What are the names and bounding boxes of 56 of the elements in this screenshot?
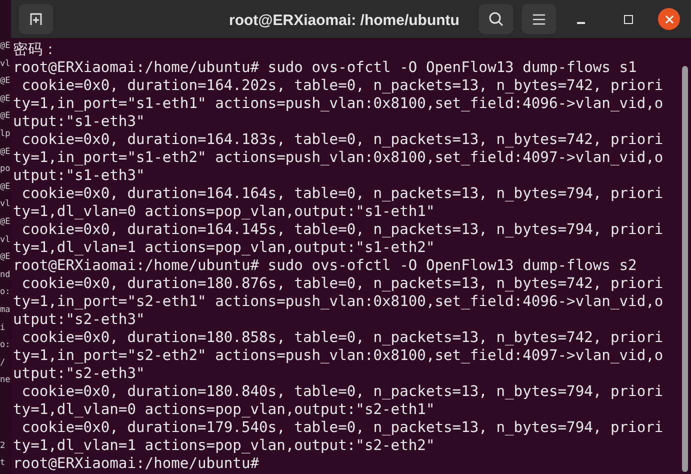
menu-icon <box>533 14 545 24</box>
text-fragment: @E <box>0 75 11 88</box>
terminal-line: ty=1,dl_vlan=1 actions=pop_vlan,output:"s1-eth2" <box>13 239 436 257</box>
text-fragment: @E <box>0 251 11 264</box>
text-fragment: / <box>0 356 6 370</box>
scrollbar[interactable] <box>682 66 688 472</box>
terminal-line: cookie=0x0, duration=180.858s, table=0, n_packets=13, n_bytes=742, priori <box>20 329 664 347</box>
close-button[interactable] <box>658 8 680 30</box>
terminal-line: cookie=0x0, duration=164.202s, table=0, n_packets=13, n_bytes=742, priori <box>20 77 664 95</box>
terminal-line: root@ERXiaomai:/home/ubuntu# sudo ovs-ofctl -O OpenFlow13 dump-flows s1 <box>13 59 638 77</box>
terminal-line: ty=1,in_port="s1-eth1" actions=push_vlan:0x8100,set_field:4096->vlan_vid,o <box>13 95 664 113</box>
text-fragment: @E <box>0 216 11 229</box>
text-fragment: o: <box>0 339 11 352</box>
text-fragment: 2 <box>0 440 6 453</box>
close-icon <box>664 14 674 24</box>
text-fragment: @E <box>0 92 11 106</box>
terminal-line: cookie=0x0, duration=179.540s, table=0, n_packets=13, n_bytes=794, priori <box>20 419 664 437</box>
terminal-line: cookie=0x0, duration=164.183s, table=0, n_packets=13, n_bytes=742, priori <box>20 131 664 149</box>
terminal-line: cookie=0x0, duration=164.145s, table=0, n_packets=13, n_bytes=794, priori <box>20 221 664 239</box>
text-fragment: vl <box>0 58 11 71</box>
window-title: root@ERXiaomai: /home/ubuntu <box>229 11 460 31</box>
text-fragment: i <box>0 322 6 334</box>
terminal-line: root@ERXiaomai:/home/ubuntu# <box>13 455 260 473</box>
text-fragment: po <box>0 163 11 176</box>
text-fragment: vl <box>0 198 11 212</box>
text-fragment: nd <box>0 268 11 282</box>
text-fragment: ma <box>0 304 11 317</box>
terminal-line: root@ERXiaomai:/home/ubuntu# sudo ovs-ofctl -O OpenFlow13 dump-flows s2 <box>13 257 638 275</box>
text-fragment: @E <box>0 180 11 194</box>
terminal-line: utput:"s2-eth3" <box>13 365 146 383</box>
terminal-line: ty=1,dl_vlan=0 actions=pop_vlan,output:"s2-eth1" <box>13 401 436 419</box>
terminal-line: cookie=0x0, duration=180.840s, table=0, n_packets=13, n_bytes=794, priori <box>20 383 664 401</box>
text-fragment: ne <box>0 374 11 388</box>
menu-button[interactable] <box>522 4 556 34</box>
terminal-line: 密码： <box>13 41 59 59</box>
terminal-line: utput:"s1-eth3" <box>13 113 146 131</box>
text-fragment: vl <box>0 234 11 247</box>
text-fragment: lp <box>0 128 11 141</box>
terminal-line: utput:"s2-eth3" <box>13 311 146 329</box>
terminal-line: utput:"s1-eth3" <box>13 167 146 185</box>
new-tab-icon <box>28 12 44 26</box>
text-fragment: o: <box>0 286 11 300</box>
terminal-line: ty=1,in_port="s2-eth1" actions=push_vlan:0x8100,set_field:4096->vlan_vid,o <box>13 293 664 311</box>
search-icon <box>488 11 504 27</box>
terminal-line: ty=1,in_port="s1-eth2" actions=push_vlan:0x8100,set_field:4097->vlan_vid,o <box>13 149 664 167</box>
new-tab-button[interactable] <box>19 4 53 34</box>
text-fragment: t <box>0 457 6 470</box>
terminal-line: cookie=0x0, duration=164.164s, table=0, n_packets=13, n_bytes=794, priori <box>20 185 664 203</box>
terminal-line: ty=1,in_port="s2-eth2" actions=push_vlan:0x8100,set_field:4097->vlan_vid,o <box>13 347 664 365</box>
text-fragment: @E <box>0 146 11 159</box>
text-fragment: @E <box>0 110 11 124</box>
terminal-line: ty=1,dl_vlan=1 actions=pop_vlan,output:"s2-eth2" <box>13 437 436 455</box>
text-fragment: @E <box>0 40 11 53</box>
search-button[interactable] <box>479 4 513 34</box>
terminal-line: ty=1,dl_vlan=0 actions=pop_vlan,output:"s1-eth1" <box>13 203 436 221</box>
terminal-line: cookie=0x0, duration=180.876s, table=0, n_packets=13, n_bytes=742, priori <box>20 275 664 293</box>
